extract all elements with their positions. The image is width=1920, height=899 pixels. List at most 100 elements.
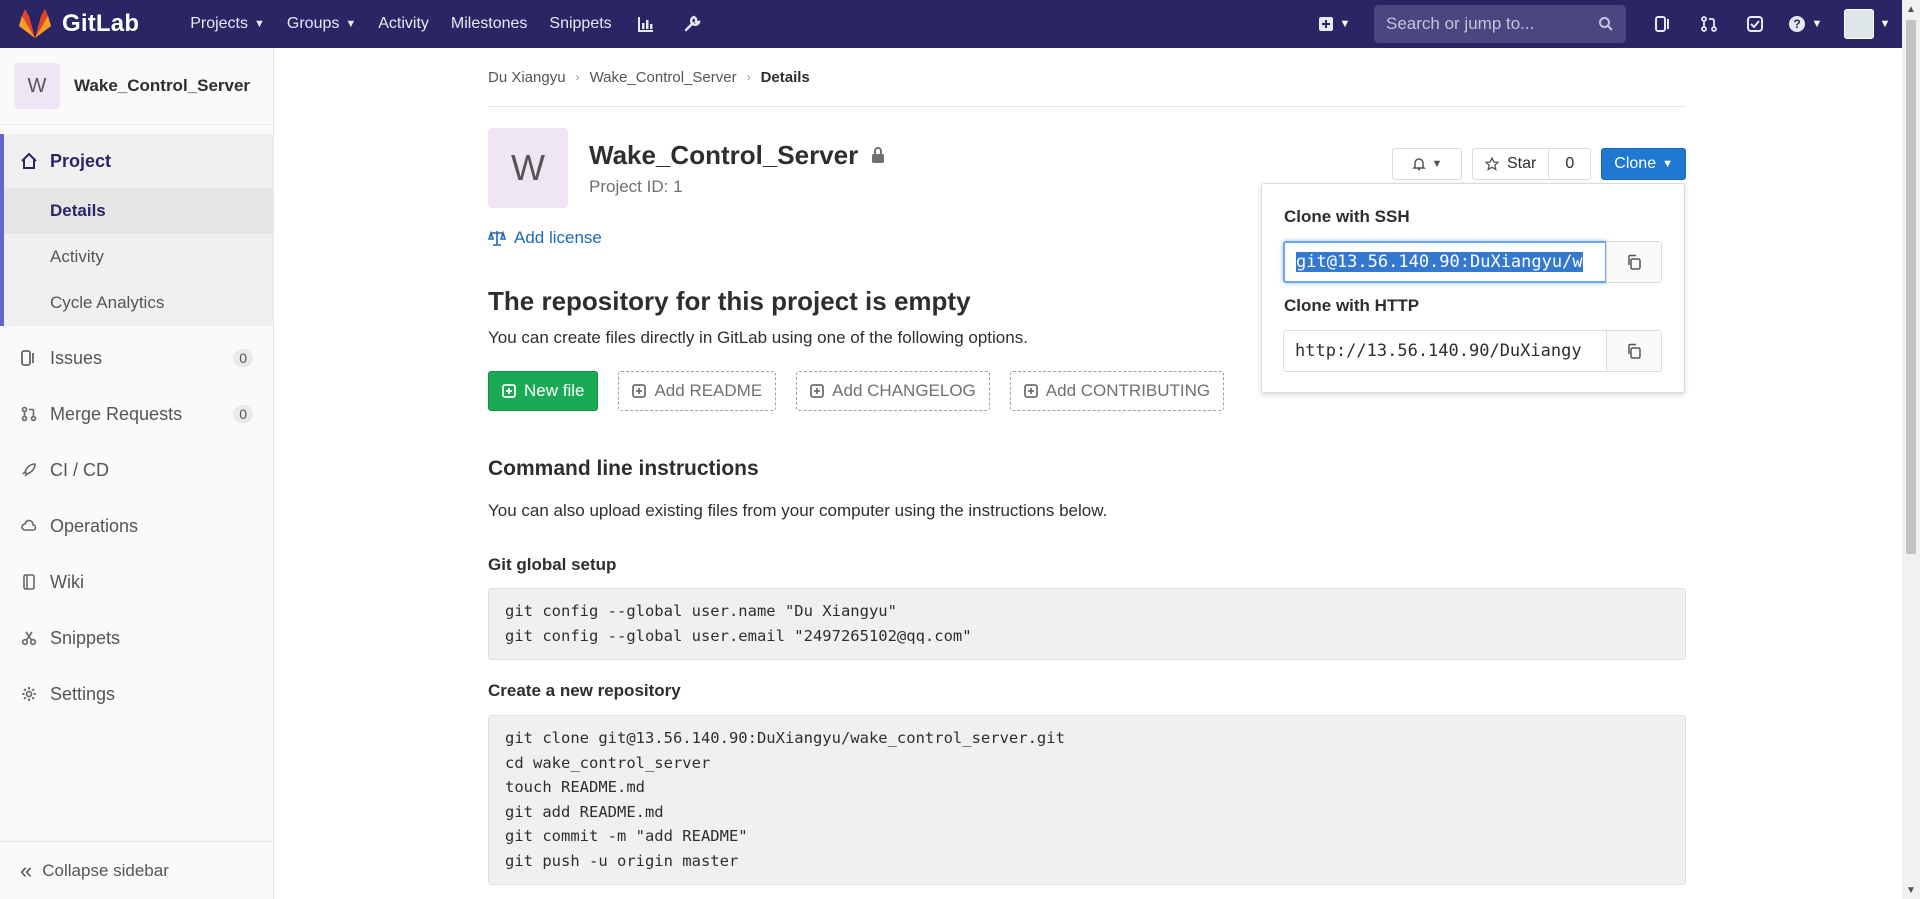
issues-icon — [20, 349, 38, 367]
sidebar-item-ci-cd-label: CI / CD — [50, 459, 110, 480]
add-contributing-button[interactable]: Add CONTRIBUTING — [1009, 371, 1225, 411]
chart-icon[interactable] — [623, 0, 669, 48]
nav-milestones[interactable]: Milestones — [440, 0, 538, 48]
cli-title: Command line instructions — [488, 457, 759, 480]
bell-icon — [1411, 158, 1426, 171]
nav-groups-label: Groups — [286, 15, 340, 32]
plus-square-icon — [632, 384, 647, 398]
chevron-down-icon: ▼ — [1431, 158, 1443, 170]
chevron-down-icon: ▼ — [345, 18, 357, 30]
breadcrumb-user[interactable]: Du Xiangyu — [488, 69, 566, 86]
search-input[interactable]: Search or jump to... — [1374, 5, 1626, 43]
sidebar-subitem-details[interactable]: Details — [4, 188, 273, 234]
code-line: git clone git@13.56.140.90:DuXiangyu/wak… — [505, 729, 1065, 747]
scrollbar-thumb[interactable] — [1906, 20, 1916, 554]
breadcrumb-project[interactable]: Wake_Control_Server — [590, 69, 737, 86]
sidebar-project-header[interactable]: W Wake_Control_Server — [0, 48, 273, 125]
clone-http-value: http://13.56.140.90/DuXiangy — [1295, 341, 1582, 361]
gitlab-tanuki-icon — [19, 9, 51, 38]
sidebar-item-operations[interactable]: Operations — [0, 498, 273, 554]
add-contributing-label: Add CONTRIBUTING — [1045, 381, 1211, 400]
new-item-plus-icon[interactable]: ▼ — [1308, 0, 1360, 48]
clone-http-input[interactable]: http://13.56.140.90/DuXiangy — [1283, 330, 1607, 372]
clone-ssh-input[interactable]: git@13.56.140.90:DuXiangyu/w — [1283, 241, 1607, 283]
clone-label: Clone — [1614, 155, 1657, 172]
nav-projects[interactable]: Projects ▼ — [179, 0, 276, 48]
code-line: touch README.md — [505, 778, 645, 796]
plus-square-icon — [1023, 384, 1038, 398]
clone-dropdown: Clone with SSH git@13.56.140.90:DuXiangy… — [1261, 183, 1685, 393]
user-avatar-menu[interactable]: ▼ — [1832, 0, 1902, 48]
breadcrumb-current[interactable]: Details — [761, 69, 810, 86]
plus-square-icon — [502, 384, 516, 398]
collapse-sidebar-label: Collapse sidebar — [42, 860, 169, 880]
project-avatar: W — [14, 63, 60, 109]
merge-request-icon — [20, 405, 38, 423]
collapse-sidebar-button[interactable]: « Collapse sidebar — [0, 841, 274, 899]
nav-activity[interactable]: Activity — [367, 0, 440, 48]
sidebar: W Wake_Control_Server Project Details Ac… — [0, 48, 274, 899]
wrench-icon[interactable] — [669, 0, 715, 48]
chevron-right-icon: › — [575, 70, 580, 84]
breadcrumb: Du Xiangyu › Wake_Control_Server › Detai… — [488, 48, 1686, 107]
gitlab-logo[interactable]: GitLab — [18, 9, 139, 39]
add-readme-button[interactable]: Add README — [618, 371, 777, 411]
add-license-link[interactable]: Add license — [488, 228, 602, 248]
sidebar-item-merge-requests-label: Merge Requests — [50, 403, 183, 424]
avatar — [1843, 9, 1874, 39]
scroll-up-arrow-icon[interactable]: ▲ — [1902, 0, 1920, 18]
page-title: Wake_Control_Server — [589, 139, 859, 170]
code-line: git commit -m "add README" — [505, 827, 748, 845]
cloud-gear-icon — [20, 517, 38, 535]
git-global-setup-title: Git global setup — [488, 555, 617, 574]
empty-repo-title: The repository for this project is empty — [488, 286, 971, 316]
git-global-setup-code[interactable]: git config --global user.name "Du Xiangy… — [488, 588, 1686, 660]
chevron-down-icon: ▼ — [254, 18, 265, 30]
scroll-down-arrow-icon[interactable]: ▼ — [1902, 881, 1920, 899]
scale-icon — [488, 230, 506, 246]
copy-ssh-button[interactable] — [1606, 241, 1662, 283]
merge-requests-count-badge: 0 — [233, 405, 253, 423]
new-file-label: New file — [524, 381, 585, 400]
chevron-down-icon: ▼ — [1339, 18, 1351, 30]
sidebar-item-issues[interactable]: Issues 0 — [0, 330, 273, 386]
help-icon[interactable]: ? ▼ — [1778, 0, 1832, 48]
copy-icon — [1628, 254, 1641, 270]
add-license-label: Add license — [514, 228, 602, 247]
empty-repo-actions: New file Add README Add CHANGELOG Add CO… — [488, 371, 1244, 411]
plus-square-icon — [810, 384, 825, 398]
sidebar-item-ci-cd[interactable]: CI / CD — [0, 442, 273, 498]
chevron-down-icon: ▼ — [1662, 158, 1673, 170]
cli-desc: You can also upload existing files from … — [488, 501, 1108, 520]
sidebar-item-settings[interactable]: Settings — [0, 666, 273, 722]
sidebar-item-project[interactable]: Project — [4, 134, 273, 188]
code-line: cd wake_control_server — [505, 753, 711, 772]
sidebar-item-issues-label: Issues — [50, 347, 103, 368]
issues-icon[interactable] — [1640, 0, 1686, 48]
sidebar-item-merge-requests[interactable]: Merge Requests 0 — [0, 386, 273, 442]
clone-button[interactable]: Clone ▼ — [1601, 148, 1686, 180]
sidebar-subitem-cycle-analytics[interactable]: Cycle Analytics — [4, 280, 273, 326]
sidebar-item-wiki[interactable]: Wiki — [0, 554, 273, 610]
new-repo-code[interactable]: git clone git@13.56.140.90:DuXiangyu/wak… — [488, 715, 1686, 885]
sidebar-item-snippets[interactable]: Snippets — [0, 610, 273, 666]
nav-projects-label: Projects — [190, 15, 248, 32]
merge-request-icon[interactable] — [1686, 0, 1732, 48]
nav-groups[interactable]: Groups ▼ — [276, 0, 367, 48]
notification-button[interactable]: ▼ — [1391, 148, 1462, 180]
new-file-button[interactable]: New file — [488, 371, 599, 411]
project-actions: ▼ Star 0 Clone ▼ — [1391, 148, 1686, 180]
copy-http-button[interactable] — [1606, 330, 1662, 372]
add-changelog-button[interactable]: Add CHANGELOG — [796, 371, 990, 411]
star-count[interactable]: 0 — [1549, 148, 1592, 180]
star-button[interactable]: Star — [1471, 148, 1550, 180]
todo-icon[interactable] — [1732, 0, 1778, 48]
sidebar-item-wiki-label: Wiki — [50, 571, 84, 592]
nav-snippets[interactable]: Snippets — [538, 0, 622, 48]
sidebar-subitem-activity[interactable]: Activity — [4, 234, 273, 280]
project-avatar-large: W — [488, 128, 568, 208]
new-repo-title: Create a new repository — [488, 681, 681, 700]
code-line: git add README.md — [505, 802, 664, 821]
empty-repo-desc: You can create files directly in GitLab … — [488, 328, 1028, 347]
page-scrollbar[interactable]: ▲ ▼ — [1902, 0, 1920, 899]
